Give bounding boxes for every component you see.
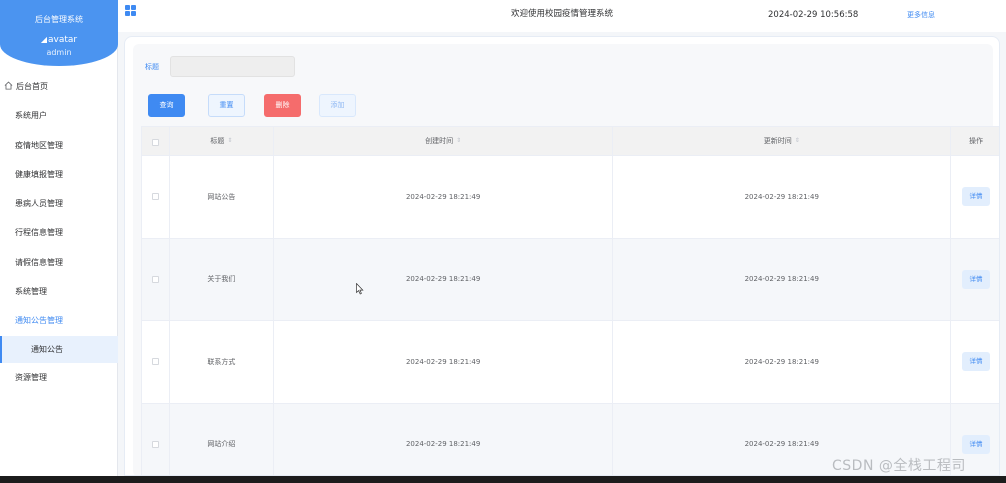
- cell-op: 详情: [951, 156, 999, 238]
- select-all-cell: [142, 127, 170, 157]
- sort-icon[interactable]: ⇕: [227, 138, 232, 144]
- sidebar-item-notices[interactable]: 通知公告管理: [0, 306, 118, 335]
- sidebar-item-home[interactable]: 后台首页: [0, 72, 118, 101]
- table-row: 联系方式 2024-02-29 18:21:49 2024-02-29 18:2…: [141, 321, 999, 404]
- sidebar: 后台管理系统 ◢avatar admin 后台首页 系统用户 疫情地区管理 健康…: [0, 0, 118, 476]
- title-filter-label: 标题: [145, 63, 159, 71]
- cell-op: 详情: [951, 321, 999, 403]
- sidebar-item-label: 后台首页: [16, 82, 48, 91]
- username: admin: [46, 48, 72, 57]
- sidebar-menu: 后台首页 系统用户 疫情地区管理 健康填报管理 患病人员管理 行程信息管理 请假…: [0, 72, 118, 392]
- sidebar-item-leave[interactable]: 请假信息管理: [0, 248, 118, 277]
- cell-op: 详情: [951, 239, 999, 321]
- row-select-cell: [142, 403, 170, 475]
- row-checkbox[interactable]: [151, 358, 159, 366]
- cell-title: 联系方式: [170, 321, 274, 403]
- row-checkbox[interactable]: [151, 275, 159, 283]
- avatar-alt-text: avatar: [48, 35, 78, 45]
- cell-title: 关于我们: [170, 238, 274, 320]
- cell-created: 2024-02-29 18:21:49: [274, 403, 614, 475]
- detail-button[interactable]: 详情: [962, 187, 991, 207]
- brand-title: 后台管理系统: [35, 15, 83, 24]
- sidebar-item-epidemic-areas[interactable]: 疫情地区管理: [0, 131, 118, 160]
- column-header-title[interactable]: 标题 ⇕: [170, 127, 274, 157]
- column-header-op: 操作: [969, 137, 984, 145]
- header-title: 欢迎使用校园疫情管理系统: [511, 9, 614, 19]
- header-datetime: 2024-02-29 10:56:58: [768, 10, 859, 20]
- avatar[interactable]: ◢avatar: [0, 35, 118, 45]
- grid-icon[interactable]: [125, 5, 136, 16]
- cell-title: 网站公告: [170, 156, 274, 238]
- broken-image-icon: ◢: [40, 35, 48, 44]
- sidebar-item-system[interactable]: 系统管理: [0, 277, 118, 306]
- table-row: 网站公告 2024-02-29 18:21:49 2024-02-29 18:2…: [141, 156, 999, 239]
- column-header-created-label: 创建时间: [425, 137, 454, 145]
- main-content: 标题 查询 重置 删除 添加 标题 ⇕ 创建时间 ⇕ 更新时间 ⇕ 操作 网站公告 2…: [118, 32, 1006, 476]
- row-select-cell: [142, 238, 170, 320]
- delete-button[interactable]: 删除: [264, 94, 301, 117]
- sidebar-subitem-notice[interactable]: 通知公告: [0, 335, 118, 363]
- sidebar-item-patients[interactable]: 患病人员管理: [0, 189, 118, 218]
- brand-header: 后台管理系统 ◢avatar admin: [0, 0, 118, 66]
- detail-button[interactable]: 详情: [962, 352, 991, 372]
- column-header-updated-label: 更新时间: [763, 137, 792, 145]
- title-filter-input[interactable]: [170, 56, 295, 77]
- table-row: 关于我们 2024-02-29 18:21:49 2024-02-29 18:2…: [141, 238, 999, 321]
- column-header-title-label: 标题: [210, 137, 225, 145]
- bottom-edge-bar: [0, 476, 1006, 483]
- sidebar-item-system-users[interactable]: 系统用户: [0, 101, 118, 130]
- content-card: 标题 查询 重置 删除 添加 标题 ⇕ 创建时间 ⇕ 更新时间 ⇕ 操作 网站公告 2…: [124, 36, 1000, 476]
- sidebar-item-resources[interactable]: 资源管理: [0, 363, 118, 392]
- detail-button[interactable]: 详情: [962, 269, 991, 289]
- cell-updated: 2024-02-29 18:21:49: [613, 321, 952, 403]
- home-icon: [4, 81, 13, 90]
- more-info-link[interactable]: 更多信息: [907, 10, 935, 20]
- column-header-created[interactable]: 创建时间 ⇕: [274, 127, 614, 157]
- notice-table: 标题 ⇕ 创建时间 ⇕ 更新时间 ⇕ 操作 网站公告 2024-02-29 18:21…: [141, 126, 999, 475]
- cell-created: 2024-02-29 18:21:49: [274, 321, 614, 403]
- mouse-cursor-icon: [356, 283, 364, 295]
- add-button[interactable]: 添加: [319, 94, 356, 117]
- sort-icon[interactable]: ⇕: [795, 138, 800, 144]
- csdn-watermark: CSDN @全栈工程司: [832, 458, 966, 474]
- table-header: 标题 ⇕ 创建时间 ⇕ 更新时间 ⇕ 操作: [141, 126, 999, 157]
- sort-icon[interactable]: ⇕: [456, 138, 461, 144]
- detail-button[interactable]: 详情: [962, 434, 991, 454]
- top-header: 欢迎使用校园疫情管理系统 2024-02-29 10:56:58 更多信息: [118, 0, 1006, 32]
- row-checkbox[interactable]: [151, 440, 159, 448]
- select-all-checkbox[interactable]: [151, 138, 159, 146]
- cell-updated: 2024-02-29 18:21:49: [613, 156, 952, 238]
- cell-title: 网站介绍: [170, 403, 274, 475]
- cell-created: 2024-02-29 18:21:49: [274, 156, 614, 238]
- sidebar-item-itinerary[interactable]: 行程信息管理: [0, 218, 118, 247]
- sidebar-item-health-reports[interactable]: 健康填报管理: [0, 160, 118, 189]
- search-button[interactable]: 查询: [148, 94, 185, 117]
- row-select-cell: [142, 156, 170, 238]
- cell-updated: 2024-02-29 18:21:49: [613, 238, 952, 320]
- cell-created: 2024-02-29 18:21:49: [274, 238, 614, 320]
- column-header-updated[interactable]: 更新时间 ⇕: [613, 127, 952, 157]
- row-checkbox[interactable]: [151, 193, 159, 201]
- reset-button[interactable]: 重置: [208, 94, 245, 117]
- row-select-cell: [142, 321, 170, 403]
- list-panel: 标题 查询 重置 删除 添加 标题 ⇕ 创建时间 ⇕ 更新时间 ⇕ 操作 网站公告 2…: [133, 44, 999, 475]
